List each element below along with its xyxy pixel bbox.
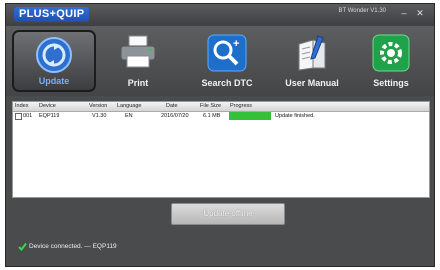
printer-icon [120, 35, 156, 68]
close-button[interactable]: ✕ [414, 7, 426, 19]
search-dtc-button[interactable]: + Search DTC [185, 30, 269, 92]
svg-text:+: + [233, 38, 239, 50]
search-dtc-label: Search DTC [201, 78, 253, 88]
toolbar: Update Print + Search DTC User Manual Se… [6, 26, 434, 96]
user-manual-button[interactable]: User Manual [270, 30, 354, 92]
print-button[interactable]: Print [96, 30, 180, 92]
table-header: Index Device Version Language Date File … [13, 102, 429, 112]
app-window: PLUS+QUIP BT Wonder V1.30 – ✕ Update Pri… [5, 3, 435, 267]
col-header-file-size[interactable]: File Size [200, 103, 221, 109]
progress-fill [229, 112, 271, 120]
check-icon [18, 242, 27, 251]
cell-language: EN [125, 113, 133, 119]
col-header-date[interactable]: Date [166, 103, 178, 109]
cell-index: 001 [23, 113, 33, 119]
update-offline-button[interactable]: Update offline [171, 203, 285, 225]
user-manual-icon [298, 35, 326, 71]
print-label: Print [127, 78, 149, 88]
app-logo: PLUS+QUIP [14, 7, 90, 22]
settings-button[interactable]: Settings [349, 30, 433, 92]
progress-bar [229, 112, 271, 120]
app-version: BT Wonder V1.30 [338, 8, 386, 14]
user-manual-label: User Manual [285, 78, 339, 88]
cell-date: 2016/07/20 [161, 113, 189, 119]
col-header-device[interactable]: Device [39, 103, 56, 109]
col-header-index[interactable]: Index [15, 103, 28, 109]
title-bar: PLUS+QUIP BT Wonder V1.30 – ✕ [6, 4, 434, 26]
gear-icon [372, 34, 410, 72]
status-text: Device connected. — EQP119 [29, 243, 117, 250]
table-row[interactable]: 001 EQP119 V1.30 EN 2016/07/20 6.1 MB Up… [13, 112, 429, 122]
cell-file-size: 6.1 MB [203, 113, 221, 119]
col-header-progress[interactable]: Progress [230, 103, 252, 109]
row-checkbox[interactable] [15, 113, 22, 120]
update-globe-icon [36, 37, 72, 73]
cell-version: V1.30 [92, 113, 107, 119]
update-table: Index Device Version Language Date File … [12, 101, 430, 198]
settings-label: Settings [373, 78, 409, 88]
cell-status: Update finished. [275, 113, 315, 119]
cell-device: EQP119 [39, 113, 60, 119]
minimize-button[interactable]: – [398, 7, 410, 19]
update-button[interactable]: Update [12, 30, 96, 92]
col-header-language[interactable]: Language [117, 103, 141, 109]
update-label: Update [38, 76, 70, 86]
col-header-version[interactable]: Version [89, 103, 107, 109]
search-dtc-icon: + [207, 34, 247, 72]
